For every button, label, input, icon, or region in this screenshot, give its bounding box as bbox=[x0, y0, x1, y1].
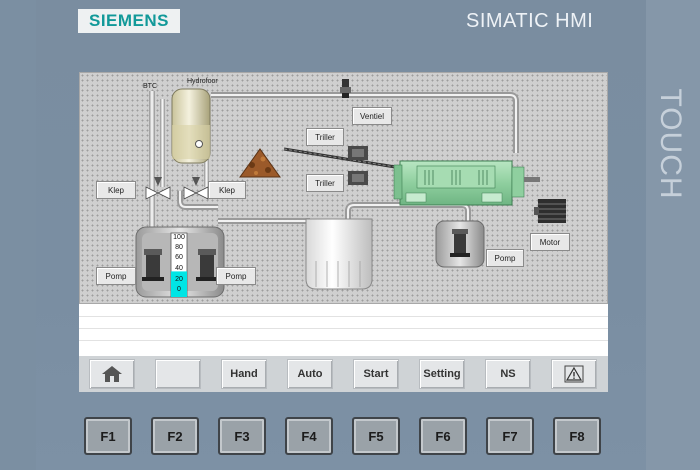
motor-icon bbox=[534, 199, 566, 223]
setting-button[interactable]: Setting bbox=[419, 359, 465, 389]
level-tick-0: 0 bbox=[177, 286, 181, 293]
ns-button[interactable]: NS bbox=[485, 359, 531, 389]
hmi-screen: BTC Hydrofoor Ventiel Triller Triller Kl… bbox=[79, 72, 608, 392]
product-name: SIMATIC HMI bbox=[466, 10, 594, 32]
alarm-row bbox=[79, 328, 608, 329]
motor-button[interactable]: Motor bbox=[530, 233, 570, 251]
level-tick-20: 20 bbox=[175, 276, 183, 283]
f6-key[interactable]: F6 bbox=[419, 417, 467, 455]
alarm-message-area bbox=[79, 304, 608, 356]
ventiel-button[interactable]: Ventiel bbox=[352, 107, 392, 125]
btc-label: BTC bbox=[143, 83, 157, 90]
klep-right-button[interactable]: Klep bbox=[208, 181, 246, 199]
alarm-row bbox=[79, 316, 608, 317]
alarm-row bbox=[79, 340, 608, 341]
triller-bottom-button[interactable]: Triller bbox=[306, 174, 344, 192]
f1-key[interactable]: F1 bbox=[84, 417, 132, 455]
process-overview: BTC Hydrofoor Ventiel Triller Triller Kl… bbox=[79, 72, 608, 304]
pomp-left-button[interactable]: Pomp bbox=[96, 267, 136, 285]
home-icon bbox=[102, 366, 122, 382]
material-heap-icon bbox=[239, 148, 281, 178]
pomp-tank-button[interactable]: Pomp bbox=[486, 249, 524, 267]
level-tick-60: 60 bbox=[175, 254, 183, 261]
feed-pipe-left bbox=[160, 99, 165, 187]
siemens-logo: SIEMENS bbox=[78, 9, 180, 33]
auto-button[interactable]: Auto bbox=[287, 359, 333, 389]
level-tick-80: 80 bbox=[175, 244, 183, 251]
touch-label-text: TOUCH bbox=[654, 88, 687, 200]
start-button[interactable]: Start bbox=[353, 359, 399, 389]
f5-key[interactable]: F5 bbox=[352, 417, 400, 455]
receiving-tank bbox=[305, 218, 373, 290]
f7-key[interactable]: F7 bbox=[486, 417, 534, 455]
f8-key[interactable]: F8 bbox=[553, 417, 601, 455]
blank-button[interactable] bbox=[155, 359, 201, 389]
bezel-right bbox=[646, 0, 700, 470]
f3-key[interactable]: F3 bbox=[218, 417, 266, 455]
klep-left-button[interactable]: Klep bbox=[96, 181, 136, 199]
pump-pit-right bbox=[435, 220, 485, 268]
bezel-left bbox=[0, 0, 36, 470]
hand-button[interactable]: Hand bbox=[221, 359, 267, 389]
hydrofoor-label: Hydrofoor bbox=[187, 78, 218, 85]
hydrofoor-vessel bbox=[171, 88, 211, 164]
touch-label: TOUCH bbox=[650, 78, 690, 210]
triller-top-button[interactable]: Triller bbox=[306, 128, 344, 146]
alarm-button[interactable] bbox=[551, 359, 597, 389]
hmi-device: SIEMENS SIMATIC HMI TOUCH BTC Hydrofoor … bbox=[0, 0, 700, 470]
warning-triangle-icon bbox=[564, 365, 584, 383]
pomp-right-button[interactable]: Pomp bbox=[216, 267, 256, 285]
f4-key[interactable]: F4 bbox=[285, 417, 333, 455]
home-button[interactable] bbox=[89, 359, 135, 389]
f2-key[interactable]: F2 bbox=[151, 417, 199, 455]
btc-pipe bbox=[149, 91, 155, 239]
screen-navigation-bar: Hand Auto Start Setting NS bbox=[79, 356, 608, 392]
green-machine bbox=[393, 160, 540, 206]
level-tick-40: 40 bbox=[175, 265, 183, 272]
level-tick-100: 100 bbox=[173, 234, 185, 241]
triller-bottom-icon bbox=[348, 171, 368, 185]
triller-top-icon bbox=[348, 146, 368, 160]
process-diagram bbox=[135, 79, 566, 298]
